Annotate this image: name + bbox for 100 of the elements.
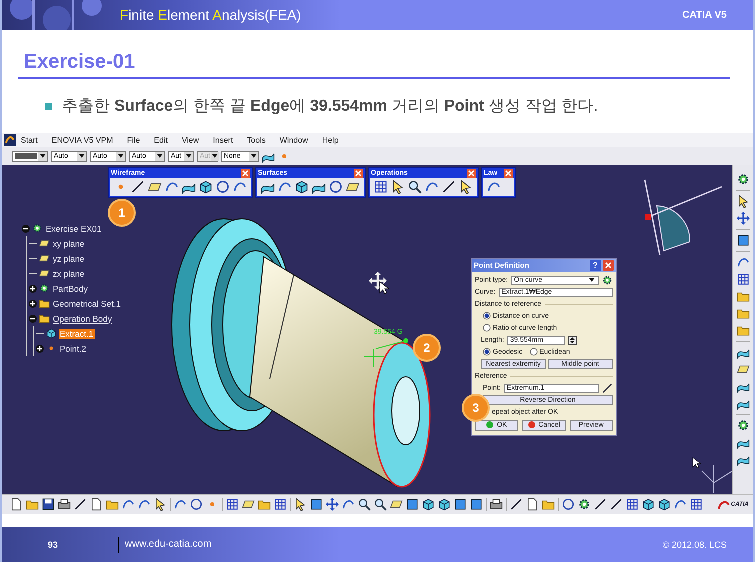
curve-icon[interactable] (233, 180, 247, 194)
square-icon[interactable] (406, 498, 419, 511)
plane-icon[interactable] (39, 268, 50, 279)
tree-item[interactable]: yz plane (52, 254, 86, 264)
document-icon[interactable] (10, 498, 23, 511)
line-icon[interactable] (510, 498, 523, 511)
curve-icon[interactable] (174, 498, 187, 511)
gear-icon[interactable] (736, 419, 750, 432)
tree-item[interactable]: zx plane (52, 268, 86, 278)
menu-item[interactable]: Help (322, 136, 339, 144)
tree-item[interactable]: Point.2 (59, 344, 88, 354)
line-icon[interactable] (594, 498, 607, 511)
circle-icon[interactable] (329, 180, 343, 194)
magnifier-icon[interactable] (408, 180, 422, 194)
expand-icon[interactable] (29, 300, 37, 308)
tree-item[interactable]: PartBody (52, 284, 89, 294)
folder-icon[interactable] (39, 313, 50, 324)
line-icon[interactable] (610, 498, 623, 511)
folder-icon[interactable] (736, 324, 750, 337)
close-icon[interactable] (504, 169, 513, 178)
square-icon[interactable] (310, 498, 323, 511)
plane-icon[interactable] (390, 498, 403, 511)
grid-icon[interactable] (274, 498, 287, 511)
close-icon[interactable] (467, 169, 476, 178)
printer-icon[interactable] (490, 498, 503, 511)
square-icon[interactable] (454, 498, 467, 511)
folder-icon[interactable] (39, 298, 50, 309)
circle-icon[interactable] (562, 498, 575, 511)
gear-icon[interactable] (736, 173, 750, 186)
menu-item[interactable]: Window (280, 136, 308, 144)
cube-icon[interactable] (199, 180, 213, 194)
printer-icon[interactable] (58, 498, 71, 511)
grid-icon[interactable] (374, 180, 388, 194)
curve-icon[interactable] (278, 180, 292, 194)
document-icon[interactable] (526, 498, 539, 511)
gear-icon[interactable] (32, 223, 43, 234)
folder-icon[interactable] (106, 498, 119, 511)
curve-icon[interactable] (736, 256, 750, 269)
line-icon[interactable] (131, 180, 145, 194)
plane-icon[interactable] (148, 180, 162, 194)
cube-icon[interactable] (642, 498, 655, 511)
folder-icon[interactable] (736, 290, 750, 303)
folder-icon[interactable] (542, 498, 555, 511)
tree-item[interactable]: Geometrical Set.1 (52, 298, 122, 308)
app-logo-icon[interactable] (4, 134, 16, 146)
menu-item[interactable]: ENOVIA V5 VPM (52, 136, 114, 144)
curve-icon[interactable] (138, 498, 151, 511)
folder-icon[interactable] (258, 498, 271, 511)
curve-icon[interactable] (342, 498, 355, 511)
menu-item[interactable]: Tools (247, 136, 266, 144)
grid-icon[interactable] (690, 498, 703, 511)
tree-item[interactable]: xy plane (52, 238, 86, 248)
circle-icon[interactable] (190, 498, 203, 511)
arrow-icon[interactable] (294, 498, 307, 511)
dropdown[interactable] (12, 150, 48, 162)
curve-icon[interactable] (674, 498, 687, 511)
square-icon[interactable] (736, 234, 750, 247)
tree-item[interactable]: Operation Body (52, 314, 114, 324)
move-icon[interactable] (736, 212, 750, 225)
curve-icon[interactable] (122, 498, 135, 511)
arrow-icon[interactable] (736, 195, 750, 208)
menu-item[interactable]: Insert (213, 136, 234, 144)
plane-icon[interactable] (736, 363, 750, 376)
gear-icon[interactable] (578, 498, 591, 511)
gear-icon[interactable] (602, 274, 613, 286)
menu-item[interactable]: Start (21, 136, 38, 144)
curve-icon[interactable] (425, 180, 439, 194)
arrow-icon[interactable] (459, 180, 473, 194)
line-icon[interactable] (442, 180, 456, 194)
magnifier-icon[interactable] (374, 498, 387, 511)
plane-icon[interactable] (346, 180, 360, 194)
close-icon[interactable] (354, 169, 363, 178)
plane-icon[interactable] (39, 253, 50, 264)
collapse-icon[interactable] (22, 224, 30, 232)
tree-item[interactable]: Exercise EX01 (45, 224, 103, 234)
spinner-icon[interactable] (568, 336, 578, 344)
square-icon[interactable] (470, 498, 483, 511)
grid-icon[interactable] (736, 273, 750, 286)
document-icon[interactable] (90, 498, 103, 511)
close-icon[interactable] (603, 260, 614, 271)
folder-icon[interactable] (26, 498, 39, 511)
menu-item[interactable]: View (182, 136, 200, 144)
menu-item[interactable]: Edit (154, 136, 168, 144)
cube-icon[interactable] (658, 498, 671, 511)
expand-icon[interactable] (36, 344, 44, 352)
curve-icon[interactable] (487, 180, 501, 194)
cube-icon[interactable] (438, 498, 451, 511)
line-icon[interactable] (602, 382, 613, 394)
collapse-icon[interactable] (29, 314, 37, 322)
plane-icon[interactable] (39, 238, 50, 249)
close-icon[interactable] (241, 169, 250, 178)
grid-icon[interactable] (226, 498, 239, 511)
cube-icon[interactable] (422, 498, 435, 511)
line-icon[interactable] (74, 498, 87, 511)
arrow-icon[interactable] (154, 498, 167, 511)
help-button[interactable]: ? (590, 260, 601, 271)
gear-icon[interactable] (39, 283, 50, 294)
menu-item[interactable]: File (127, 136, 140, 144)
expand-icon[interactable] (29, 284, 37, 292)
cube-icon[interactable] (46, 328, 57, 339)
